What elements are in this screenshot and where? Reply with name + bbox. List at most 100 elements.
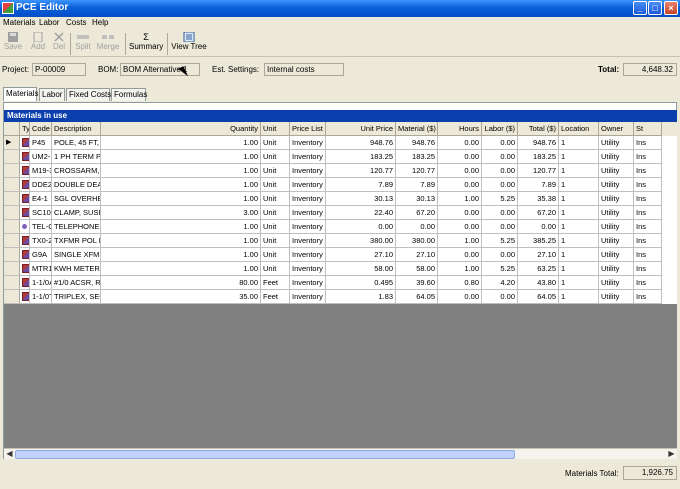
material-type-icon [22,250,29,259]
location-cell: 1 [559,150,599,164]
code-cell: TX0-25 [30,234,52,248]
row-selector[interactable]: ▶ [4,136,20,150]
row-selector[interactable] [4,150,20,164]
hours-cell: 0.00 [438,164,482,178]
menu-costs[interactable]: Costs [66,18,86,27]
grid-title: Materials in use [4,110,677,122]
table-row[interactable]: DDE2EBDOUBLE DEADEND,PRIMARY,ON POLE1.00… [4,178,677,192]
table-row[interactable]: 1-1/0ACSR#1/0 ACSR, RAVEN80.00FeetInvent… [4,276,677,290]
status-cell: Ins [634,290,662,304]
labor-cell: 0.00 [482,164,518,178]
type-cell [20,290,30,304]
tab-formulas[interactable]: Formulas [111,88,147,101]
table-row[interactable]: E4-1SGL OVERHEAD GUY,WRAPPED 5/161.00Uni… [4,192,677,206]
unit-price-cell: 27.10 [326,248,396,262]
delete-button[interactable]: Del [51,32,67,56]
tab-materials[interactable]: Materials [3,87,38,101]
table-row[interactable]: TEL-CTELEPHONE CONTACT ON UTILITY POLE1.… [4,220,677,234]
sigma-icon: Σ [143,32,149,42]
owner-cell: Utility [599,164,634,178]
column-header-unit-price[interactable]: Unit Price [326,122,396,136]
menu-labor[interactable]: Labor [39,18,59,27]
row-selector[interactable] [4,276,20,290]
bom-field[interactable]: BOM Alternative 1 [120,63,200,76]
menu-bar: Materials Labor Costs Help [0,17,680,30]
quantity-cell: 1.00 [101,220,261,234]
unit-price-cell: 7.89 [326,178,396,192]
add-button[interactable]: Add [29,32,47,56]
minimize-button[interactable]: _ [633,1,647,15]
row-selector[interactable] [4,234,20,248]
table-row[interactable]: M19-3CROSSARM, 3 FT. STANDARD1.00UnitInv… [4,164,677,178]
row-selector[interactable] [4,178,20,192]
scrollbar-thumb[interactable] [15,450,515,459]
table-row[interactable]: ▶ P45POLE, 45 FT, ALL CLASSES1.00UnitInve… [4,136,677,150]
menu-materials[interactable]: Materials [3,18,35,27]
tab-labor[interactable]: Labor [39,88,65,101]
project-field[interactable]: P-00009 [32,63,86,76]
est-settings-field[interactable]: Internal costs [264,63,344,76]
column-header-quantity[interactable]: Quantity [101,122,261,136]
save-icon [8,32,18,42]
column-header-code[interactable]: Code [30,122,52,136]
table-row[interactable]: G9ASINGLE XFMR, C/O ON POLE BKT1.00UnitI… [4,248,677,262]
unit-cell: Unit [261,150,290,164]
maximize-button[interactable]: □ [648,1,662,15]
column-header-owner[interactable]: Owner [599,122,634,136]
table-row[interactable]: TX0-25TXFMR POL MT, 120/240V -25 KVA1.00… [4,234,677,248]
labor-cell: 0.00 [482,290,518,304]
material-type-icon [22,194,29,203]
save-button[interactable]: Save [3,32,23,56]
unit-cell: Unit [261,192,290,206]
type-cell [20,234,30,248]
row-selector[interactable] [4,192,20,206]
merge-button[interactable]: Merge [96,32,120,56]
row-selector[interactable] [4,220,20,234]
column-header-status[interactable]: St [634,122,662,136]
column-header-material[interactable]: Material ($) [396,122,438,136]
row-selector[interactable] [4,248,20,262]
column-header-price-list[interactable]: Price List [290,122,326,136]
column-header-description[interactable]: Description [52,122,101,136]
view-tree-button[interactable]: View Tree [171,32,207,56]
type-cell [20,150,30,164]
row-selector[interactable] [4,262,20,276]
scroll-right-icon[interactable]: ▶ [666,449,677,459]
table-row[interactable]: UM2-1B1 PH TERM POLE,4/0 CN,BOT FED1.00U… [4,150,677,164]
row-selector[interactable] [4,290,20,304]
close-button[interactable]: × [664,1,678,15]
column-header-location[interactable]: Location [559,122,599,136]
column-header-unit[interactable]: Unit [261,122,290,136]
table-row[interactable]: SC10CLAMP, SUSPENSION3.00UnitInventory p… [4,206,677,220]
unit-cell: Unit [261,136,290,150]
column-header-labor[interactable]: Labor ($) [482,122,518,136]
column-header-total[interactable]: Total ($) [518,122,559,136]
code-cell: M19-3 [30,164,52,178]
horizontal-scrollbar[interactable]: ◀ ▶ [4,448,677,459]
unit-cell: Feet [261,276,290,290]
toolbar-separator [70,33,71,55]
menu-help[interactable]: Help [92,18,108,27]
description-cell: POLE, 45 FT, ALL CLASSES [52,136,101,150]
delete-label: Del [52,42,65,51]
tab-fixed-costs[interactable]: Fixed Costs [66,88,111,101]
scroll-left-icon[interactable]: ◀ [4,449,15,459]
split-button[interactable]: Split [73,32,93,56]
delete-icon [54,32,64,42]
description-cell: TRIPLEX, SEC, #1/0, JANTHINA [52,290,101,304]
row-selector[interactable] [4,164,20,178]
column-header-hours[interactable]: Hours [438,122,482,136]
summary-button[interactable]: Σ Summary [129,32,163,56]
row-selector[interactable] [4,206,20,220]
price-list-cell: Inventory price [290,234,326,248]
column-header-type[interactable]: Type [20,122,30,136]
summary-label: Summary [129,42,164,51]
status-cell: Ins [634,220,662,234]
price-list-cell: Inventory price [290,178,326,192]
unit-price-cell: 120.77 [326,164,396,178]
location-cell: 1 [559,290,599,304]
material-type-icon [22,264,29,273]
hours-cell: 1.00 [438,262,482,276]
table-row[interactable]: 1-1/0TPX-STRIPLEX, SEC, #1/0, JANTHINA35… [4,290,677,304]
table-row[interactable]: MTR1AKWH METER, 1PH,3W, 240V, CL1001.00U… [4,262,677,276]
